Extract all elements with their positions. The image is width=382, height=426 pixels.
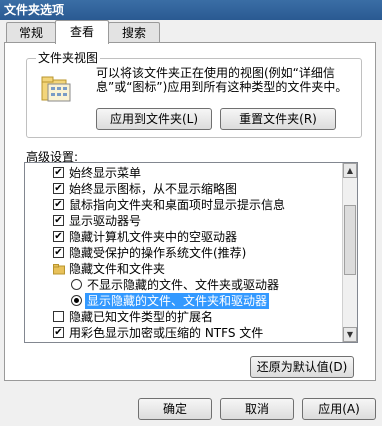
checkbox[interactable]: ✔	[53, 199, 64, 210]
folder-views-title: 文件夹视图	[36, 49, 101, 66]
item-label: 不显示隐藏的文件、文件夹或驱动器	[87, 278, 280, 292]
item-label: 隐藏计算机文件夹中的空驱动器	[69, 230, 238, 244]
item-label: 始终显示菜单	[69, 166, 142, 180]
checkbox[interactable]	[53, 311, 64, 322]
radio-button[interactable]	[71, 279, 82, 290]
radio-button[interactable]	[71, 295, 82, 306]
item-label: 隐藏受保护的操作系统文件(推荐)	[69, 246, 247, 260]
folder-icon	[53, 263, 65, 275]
apply-button[interactable]: 应用(A)	[302, 398, 376, 420]
scrollbar-thumb[interactable]	[344, 205, 356, 275]
window-title: 文件夹选项	[0, 0, 382, 20]
restore-defaults-button[interactable]: 还原为默认值(D)	[250, 356, 354, 378]
tab-view[interactable]: 查看	[55, 20, 109, 44]
checkbox[interactable]: ✔	[53, 247, 64, 258]
item-label: 鼠标指向文件夹和桌面项时显示提示信息	[69, 198, 286, 212]
scroll-down-arrow-icon[interactable]: ▼	[343, 327, 357, 342]
cancel-button[interactable]: 取消	[220, 398, 294, 420]
advanced-settings-items: ✔ 始终显示菜单 ✔ 始终显示图标，从不显示缩略图 ✔ 鼠标指向文件夹和桌面项时…	[25, 163, 341, 342]
advanced-settings-list[interactable]: ✔ 始终显示菜单 ✔ 始终显示图标，从不显示缩略图 ✔ 鼠标指向文件夹和桌面项时…	[24, 162, 358, 343]
folder-views-description: 可以将该文件夹正在使用的视图(例如“详细信息”或“图标”)应用到所有这种类型的文…	[96, 66, 348, 94]
checkbox[interactable]: ✔	[53, 215, 64, 226]
item-label: 显示驱动器号	[69, 214, 142, 228]
item-label: 隐藏已知文件类型的扩展名	[69, 310, 214, 324]
item-label: 隐藏文件和文件夹	[69, 262, 166, 276]
vertical-scrollbar[interactable]: ▲ ▼	[342, 163, 357, 342]
ok-button[interactable]: 确定	[138, 398, 212, 420]
folder-options-dialog: 文件夹选项 常规 查看 搜索 文件夹视图 可以将该文件夹正在使用的视图(例如“详…	[0, 0, 382, 426]
checkbox[interactable]: ✔	[53, 183, 64, 194]
reset-folders-button[interactable]: 重置文件夹(R)	[220, 108, 336, 130]
item-label-selected: 显示隐藏的文件、文件夹和驱动器	[85, 293, 270, 309]
checkbox[interactable]: ✔	[53, 231, 64, 242]
item-label: 始终显示图标，从不显示缩略图	[69, 182, 238, 196]
tab-search[interactable]: 搜索	[108, 22, 160, 42]
checkbox[interactable]: ✔	[53, 327, 64, 338]
apply-to-folders-button[interactable]: 应用到文件夹(L)	[96, 108, 212, 130]
item-label: 用彩色显示加密或压缩的 NTFS 文件	[69, 326, 264, 340]
scroll-up-arrow-icon[interactable]: ▲	[343, 163, 357, 178]
folder-views-icon	[40, 74, 74, 104]
checkbox[interactable]: ✔	[53, 167, 64, 178]
tab-general[interactable]: 常规	[6, 22, 56, 42]
